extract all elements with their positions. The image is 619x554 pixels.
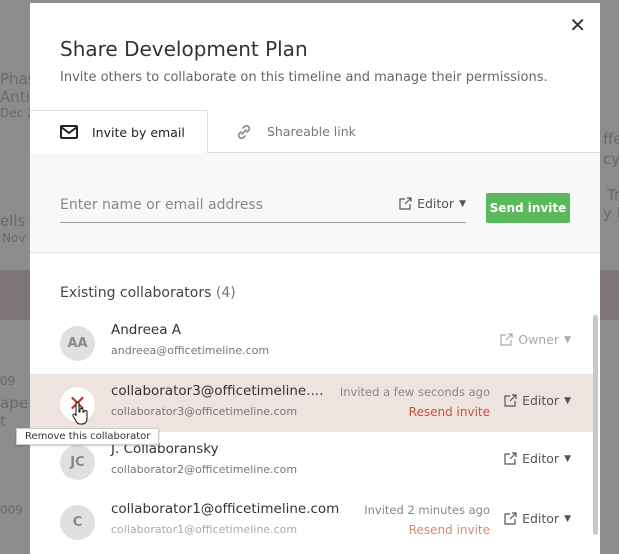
collaborator-name: collaborator1@officetimeline.com — [111, 501, 340, 517]
avatar: JC — [60, 445, 95, 480]
role-dropdown: Owner ▼ — [500, 332, 571, 347]
collaborator-name: Andreea A — [111, 322, 182, 338]
external-link-icon — [504, 452, 517, 465]
hand-cursor-icon — [72, 402, 88, 425]
bg-text: Tr — [607, 186, 619, 204]
email-input[interactable] — [60, 191, 380, 219]
tab-invite-by-email[interactable]: Invite by email — [30, 110, 208, 154]
role-label: Editor — [522, 451, 560, 466]
collaborator-row: AA Andreea A andreea@officetimeline.com … — [30, 313, 593, 371]
tab-bar: Invite by email Shareable link — [30, 110, 600, 154]
invite-status: Invited a few seconds ago — [339, 385, 490, 399]
caret-down-icon: ▼ — [459, 198, 466, 209]
avatar: AA — [60, 326, 95, 361]
link-icon — [237, 124, 251, 139]
bg-text: Nov — [2, 231, 26, 245]
resend-invite-link[interactable]: Resend invite — [409, 523, 490, 537]
role-label: Editor — [522, 393, 560, 408]
tab-label: Invite by email — [92, 124, 185, 140]
tab-label: Shareable link — [267, 124, 356, 139]
role-dropdown[interactable]: Editor ▼ — [504, 451, 571, 466]
invite-field: Editor ▼ — [60, 191, 466, 223]
tooltip: Remove this collaborator — [16, 428, 160, 445]
bg-text: ffe — [603, 130, 619, 148]
dialog-subtitle: Invite others to collaborate on this tim… — [60, 70, 548, 85]
caret-down-icon: ▼ — [564, 513, 571, 524]
resend-invite-link[interactable]: Resend invite — [409, 405, 490, 419]
collaborator-row: C collaborator1@officetimeline.com colla… — [30, 492, 593, 550]
collaborator-email: collaborator3@officetimeline.com — [111, 405, 298, 418]
collaborator-name: collaborator3@officetimeline.... — [111, 383, 324, 399]
external-link-icon — [504, 512, 517, 525]
collaborator-email: collaborator2@officetimeline.com — [111, 463, 298, 476]
collaborators-heading: Existing collaborators (4) — [60, 285, 236, 301]
close-icon[interactable]: ✕ — [569, 13, 586, 37]
heading-text: Existing collaborators — [60, 285, 212, 301]
role-label: Owner — [518, 332, 560, 347]
bg-text: ape — [0, 394, 28, 412]
collaborator-email: andreea@officetimeline.com — [111, 344, 270, 357]
tab-shareable-link[interactable]: Shareable link — [235, 110, 356, 153]
envelope-icon — [60, 125, 78, 139]
invite-status: Invited 2 minutes ago — [364, 503, 490, 517]
send-invite-button[interactable]: Send invite — [486, 193, 570, 223]
collaborator-count: (4) — [215, 285, 236, 301]
collaborator-email: collaborator1@officetimeline.com — [111, 523, 298, 536]
caret-down-icon: ▼ — [564, 453, 571, 464]
bg-text: t — [0, 412, 6, 430]
scrollbar[interactable] — [593, 315, 598, 535]
role-label: Editor — [522, 511, 560, 526]
role-dropdown[interactable]: Editor ▼ — [399, 196, 466, 211]
role-dropdown[interactable]: Editor ▼ — [504, 511, 571, 526]
share-dialog: ✕ Share Development Plan Invite others t… — [30, 3, 600, 554]
bg-text: ells — [0, 212, 26, 230]
bg-text: y F — [603, 204, 619, 222]
bg-text: Anti — [0, 88, 30, 106]
caret-down-icon: ▼ — [564, 395, 571, 406]
dialog-title: Share Development Plan — [60, 37, 308, 61]
bg-text: cy — [603, 150, 619, 168]
external-link-icon — [500, 333, 513, 346]
caret-down-icon: ▼ — [564, 334, 571, 345]
role-dropdown[interactable]: Editor ▼ — [504, 393, 571, 408]
external-link-icon — [399, 197, 412, 210]
collaborator-row: ✕ collaborator3@officetimeline.... colla… — [30, 374, 593, 432]
external-link-icon — [504, 394, 517, 407]
avatar: C — [60, 505, 95, 540]
role-label: Editor — [417, 196, 455, 211]
invite-section: Editor ▼ Send invite — [30, 153, 600, 253]
bg-text: 009 — [0, 503, 23, 517]
bg-text: 09 — [0, 374, 16, 388]
